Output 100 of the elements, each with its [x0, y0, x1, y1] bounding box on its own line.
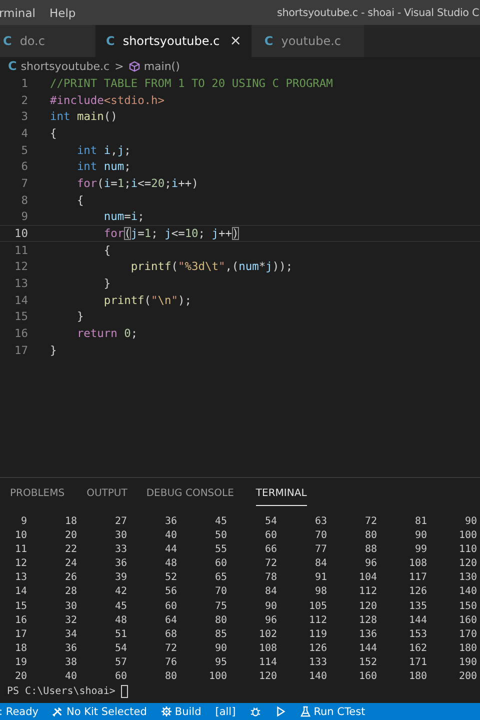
status-item[interactable]: Build [160, 706, 202, 718]
output-number: 63 [314, 515, 327, 529]
output-number: 112 [308, 614, 327, 628]
output-number: 170 [458, 628, 477, 642]
line-number: 7 [20, 176, 28, 190]
output-number: 140 [308, 670, 327, 684]
output-number: 70 [314, 529, 327, 544]
status-item[interactable]: Run CTest [300, 706, 366, 718]
output-number: 117 [408, 571, 427, 586]
output-number: 9 [20, 515, 27, 529]
editor-tab[interactable]: C shortsyoutube.c × [96, 25, 252, 57]
output-number: 126 [308, 642, 327, 656]
output-number: 90 [414, 529, 427, 544]
terminal-prompt: PS C:\Users\shoai> [7, 686, 116, 697]
output-number: 160 [358, 670, 377, 684]
output-number: 130 [458, 571, 477, 586]
panel-tab[interactable]: OUTPUT [86, 481, 128, 506]
breadcrumb-item[interactable]: shortsyoutube.c [20, 60, 110, 72]
output-number: 57 [114, 656, 127, 670]
output-number: 133 [308, 656, 327, 670]
output-number: 120 [258, 670, 277, 684]
breadcrumb-separator: > [114, 60, 124, 72]
output-number: 60 [264, 529, 277, 544]
output-number: 88 [364, 543, 377, 558]
output-number: 16 [14, 614, 27, 628]
output-number: 19 [14, 656, 27, 670]
output-number: 144 [408, 614, 427, 628]
output-number: 51 [114, 628, 127, 642]
tab-label: do.c [20, 34, 45, 48]
output-number: 45 [214, 515, 227, 529]
output-number: 102 [258, 628, 277, 642]
code-line: } [50, 342, 57, 359]
line-number: 12 [14, 260, 28, 274]
c-file-icon: C [106, 34, 115, 48]
output-number: 42 [114, 585, 127, 600]
tab-label: youtube.c [281, 34, 342, 48]
output-number: 100 [458, 529, 477, 544]
line-number: 17 [14, 344, 28, 357]
window-title: shortsyoutube.c - shoai - Visual Studio C [277, 6, 479, 18]
play-icon[interactable] [274, 706, 286, 717]
output-number: 17 [14, 628, 27, 642]
code-line: num=i; [102, 209, 144, 226]
line-number: 9 [20, 210, 28, 224]
status-item[interactable]: : Ready [0, 706, 38, 718]
output-number: 11 [14, 543, 27, 558]
code-line: for(i=1;i<=20;i++) [76, 176, 198, 192]
output-number: 33 [114, 543, 127, 558]
status-item[interactable]: [all] [215, 706, 236, 718]
output-number: 84 [264, 585, 277, 600]
output-number: 56 [164, 585, 177, 600]
output-number: 136 [358, 628, 377, 642]
output-number: 120 [358, 600, 377, 614]
line-number: 15 [14, 310, 28, 324]
output-number: 95 [214, 656, 227, 670]
editor-tab[interactable]: C youtube.c [252, 25, 366, 57]
output-number: 24 [64, 557, 77, 572]
output-number: 150 [458, 600, 477, 614]
output-number: 72 [164, 642, 177, 656]
output-number: 32 [64, 614, 77, 628]
output-number: 84 [314, 557, 327, 572]
output-number: 104 [358, 571, 377, 586]
output-number: 72 [264, 557, 277, 572]
status-item[interactable]: No Kit Selected [52, 706, 147, 718]
output-number: 27 [114, 515, 127, 529]
panel-tab[interactable]: TERMINAL [256, 481, 307, 506]
output-number: 114 [258, 656, 277, 670]
output-number: 78 [264, 571, 277, 586]
output-number: 26 [64, 571, 77, 586]
output-number: 120 [458, 557, 477, 572]
panel-tab[interactable]: DEBUG CONSOLE [146, 481, 234, 506]
code-line: } [102, 276, 111, 292]
line-number: 11 [14, 244, 28, 257]
output-number: 40 [164, 529, 177, 544]
menu-item[interactable]: Help [49, 6, 76, 20]
bug-icon[interactable] [250, 706, 261, 717]
output-number: 60 [114, 670, 127, 684]
output-number: 40 [64, 670, 77, 684]
code-line: int i,j; [76, 142, 131, 158]
menu-item[interactable]: rminal [0, 6, 36, 20]
code-line: printf("\n"); [102, 292, 192, 309]
output-number: 76 [164, 656, 177, 670]
output-number: 105 [308, 600, 327, 614]
output-number: 112 [358, 585, 377, 600]
output-number: 13 [14, 571, 27, 586]
output-number: 119 [308, 628, 327, 642]
output-number: 30 [114, 529, 127, 544]
close-icon[interactable]: × [230, 33, 242, 49]
output-number: 80 [364, 529, 377, 544]
breadcrumb-item[interactable]: main() [144, 60, 180, 72]
editor-tab[interactable]: C do.c [0, 25, 96, 57]
output-number: 52 [164, 571, 177, 586]
output-number: 60 [214, 557, 227, 572]
code-line: { [50, 126, 57, 142]
output-number: 77 [314, 543, 327, 558]
output-number: 100 [208, 670, 227, 684]
panel-tab[interactable]: PROBLEMS [10, 481, 65, 506]
output-number: 85 [214, 628, 227, 642]
output-number: 10 [14, 529, 27, 544]
line-number: 5 [20, 144, 28, 157]
output-number: 126 [408, 585, 427, 600]
